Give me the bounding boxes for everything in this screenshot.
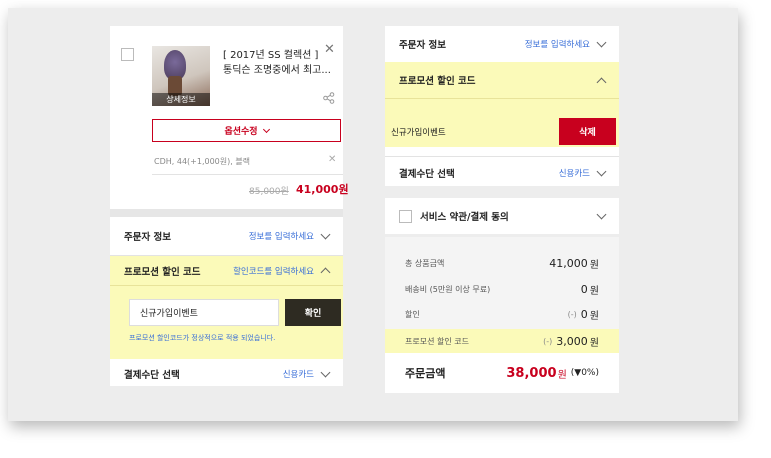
applied-promo-name: 신규가입이벤트 — [391, 128, 446, 138]
promo-label: 프로모션 할인 코드 — [124, 266, 201, 278]
payment-row[interactable]: 결제수단 선택 신용카드 — [110, 359, 343, 389]
shipping-label: 배송비 (5만원 이상 무료) — [405, 284, 491, 294]
product-thumbnail[interactable]: 상세정보 — [152, 46, 210, 106]
promo-notice: 프로모션 할인코드가 정상적으로 적용 되었습니다. — [129, 334, 276, 342]
summary-promo-prefix: (-) — [543, 336, 553, 346]
subtotal-value: 41,000 — [549, 256, 588, 270]
payment-label: 결제수단 선택 — [124, 370, 180, 381]
promo-header-row[interactable]: 프로모션 할인 코드 할인코드를 입력하세요 — [110, 256, 343, 285]
payment-row[interactable]: 결제수단 선택 신용카드 — [385, 157, 619, 189]
summary-discount-row: 할인 (-) 0 원 — [385, 305, 619, 323]
terms-row[interactable]: 서비스 약관/결제 동의 — [385, 198, 619, 234]
chevron-down-icon — [596, 166, 607, 176]
promo-code-input-value: 신규가입이벤트 — [140, 309, 198, 319]
terms-checkbox[interactable] — [399, 209, 412, 223]
chevron-down-icon — [596, 37, 607, 47]
chevron-up-icon — [596, 77, 607, 87]
product-price: 41,000원 — [296, 183, 349, 196]
won-unit: 원 — [589, 259, 599, 271]
summary-subtotal-row: 총 상품금액 41,000 원 — [385, 254, 619, 272]
orderer-row[interactable]: 주문자 정보 정보를 입력하세요 — [110, 217, 343, 255]
subtotal-label: 총 상품금액 — [405, 258, 445, 268]
detail-label: 상세정보 — [152, 93, 210, 106]
orderer-value: 정보를 입력하세요 — [524, 40, 590, 50]
product-title-line1: [ 2017년 SS 컬렉션 ] — [223, 50, 319, 61]
discount-label: 할인 — [405, 309, 420, 319]
promo-header-row[interactable]: 프로모션 할인 코드 — [385, 62, 619, 98]
product-title-line2: 통딕슨 조명중에서 최고... — [223, 65, 331, 76]
section-gap — [110, 209, 343, 217]
orderer-label: 주문자 정보 — [399, 40, 447, 51]
summary-promo-row: 프로모션 할인 코드 (-) 3,000 원 — [385, 329, 619, 353]
discount-prefix: (-) — [567, 309, 577, 319]
won-unit: 원 — [589, 285, 599, 297]
promo-apply-button[interactable]: 확인 — [285, 299, 341, 326]
total-label: 주문금액 — [405, 367, 446, 380]
product-card: 상세정보 [ 2017년 SS 컬렉션 ] 통딕슨 조명중에서 최고... ✕ … — [110, 26, 349, 209]
shipping-value: 0 — [580, 282, 588, 296]
payment-value: 신용카드 — [558, 169, 590, 179]
promo-delete-button[interactable]: 삭제 — [559, 118, 616, 145]
right-order-panel: 주문자 정보 정보를 입력하세요 프로모션 할인 코드 신규가입이벤트 삭제 결… — [385, 26, 619, 393]
terms-label: 서비스 약관/결제 동의 — [420, 212, 509, 223]
total-rate: (▼0%) — [570, 368, 599, 378]
chevron-down-icon — [596, 209, 607, 219]
chevron-down-icon — [262, 125, 270, 133]
discount-value: 0 — [580, 307, 588, 321]
orderer-label: 주문자 정보 — [124, 232, 172, 243]
right-info-card: 주문자 정보 정보를 입력하세요 프로모션 할인 코드 신규가입이벤트 삭제 결… — [385, 26, 619, 186]
payment-value: 신용카드 — [282, 370, 314, 380]
orderer-row[interactable]: 주문자 정보 정보를 입력하세요 — [385, 26, 619, 62]
promo-code-input[interactable]: 신규가입이벤트 — [129, 299, 279, 326]
left-order-panel: 상세정보 [ 2017년 SS 컬렉션 ] 통딕슨 조명중에서 최고... ✕ … — [110, 26, 349, 389]
divider — [385, 98, 619, 99]
original-price: 85,000원 — [249, 187, 289, 197]
promo-apply-label: 확인 — [304, 309, 322, 319]
option-edit-button[interactable]: 옵션수정 — [152, 119, 341, 142]
summary-shipping-row: 배송비 (5만원 이상 무료) 0 원 — [385, 280, 619, 298]
won-unit: 원 — [589, 337, 599, 349]
option-remove-icon[interactable]: ✕ — [328, 154, 336, 165]
product-checkbox[interactable] — [121, 48, 134, 61]
total-won: 원 — [557, 369, 567, 381]
promo-label: 프로모션 할인 코드 — [399, 76, 476, 87]
chevron-down-icon — [320, 367, 331, 377]
chevron-up-icon — [320, 267, 331, 278]
option-divider — [152, 174, 343, 175]
won-unit: 원 — [589, 310, 599, 322]
divider — [110, 285, 343, 286]
option-edit-label: 옵션수정 — [224, 127, 258, 137]
payment-label: 결제수단 선택 — [399, 169, 455, 180]
close-icon[interactable]: ✕ — [324, 43, 336, 56]
promo-delete-label: 삭제 — [579, 128, 596, 138]
share-icon[interactable] — [323, 92, 335, 104]
chevron-down-icon — [320, 229, 331, 239]
total-row: 주문금액 38,000 원 (▼0%) — [385, 358, 619, 388]
terms-card: 서비스 약관/결제 동의 — [385, 198, 619, 234]
summary-promo-value: 3,000 — [556, 334, 588, 348]
summary-promo-label: 프로모션 할인 코드 — [405, 336, 469, 346]
option-text: CDH, 44(+1,000원), 블랙 — [154, 157, 251, 166]
total-value: 38,000 — [506, 365, 557, 381]
orderer-value: 정보를 입력하세요 — [248, 232, 314, 242]
promo-value: 할인코드를 입력하세요 — [233, 266, 314, 277]
